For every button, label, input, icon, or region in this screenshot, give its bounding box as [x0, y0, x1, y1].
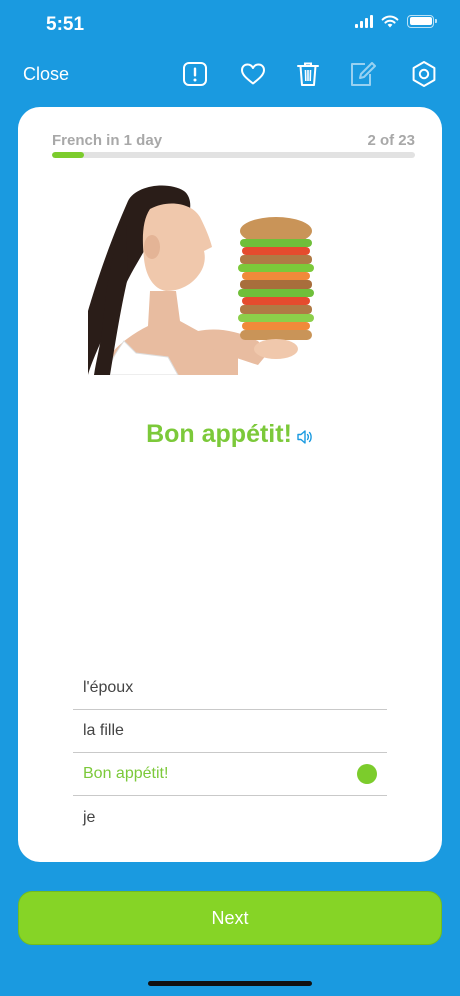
- option-label: la fille: [83, 722, 124, 739]
- status-time: 5:51: [46, 14, 85, 35]
- status-icons: [355, 14, 437, 28]
- cellular-signal-icon: [355, 14, 373, 28]
- option-label: je: [83, 808, 96, 826]
- answer-options: l'époux la fille Bon appétit! je: [73, 667, 387, 839]
- close-button[interactable]: Close: [23, 64, 69, 85]
- phrase-text: Bon appétit!: [146, 420, 292, 448]
- option-label: Bon appétit!: [83, 765, 169, 782]
- next-button[interactable]: Next: [18, 891, 442, 945]
- answer-option[interactable]: la fille: [73, 710, 387, 753]
- report-icon[interactable]: [181, 60, 209, 88]
- answer-option-selected[interactable]: Bon appétit!: [73, 753, 387, 796]
- answer-option[interactable]: je: [73, 796, 387, 839]
- status-bar: 5:51: [0, 0, 460, 50]
- answer-option[interactable]: l'époux: [73, 667, 387, 710]
- option-label: l'époux: [83, 679, 134, 696]
- battery-icon: [407, 14, 437, 28]
- wifi-icon: [381, 15, 399, 28]
- selected-indicator-icon: [357, 764, 377, 784]
- progress-count: 2 of 23: [367, 132, 415, 149]
- lesson-image: [88, 185, 314, 375]
- progress-bar: [52, 152, 415, 158]
- progress-fill: [52, 152, 84, 158]
- home-indicator: [148, 981, 312, 986]
- edit-icon[interactable]: [349, 60, 377, 88]
- toolbar: Close: [0, 52, 460, 96]
- speaker-icon[interactable]: [296, 428, 314, 446]
- trash-icon[interactable]: [294, 60, 322, 88]
- lesson-card: French in 1 day 2 of 23 Bon appétit! l'é…: [18, 107, 442, 862]
- course-title: French in 1 day: [52, 132, 163, 149]
- phrase-row: Bon appétit!: [18, 420, 442, 449]
- heart-icon[interactable]: [239, 60, 267, 88]
- settings-icon[interactable]: [410, 60, 438, 88]
